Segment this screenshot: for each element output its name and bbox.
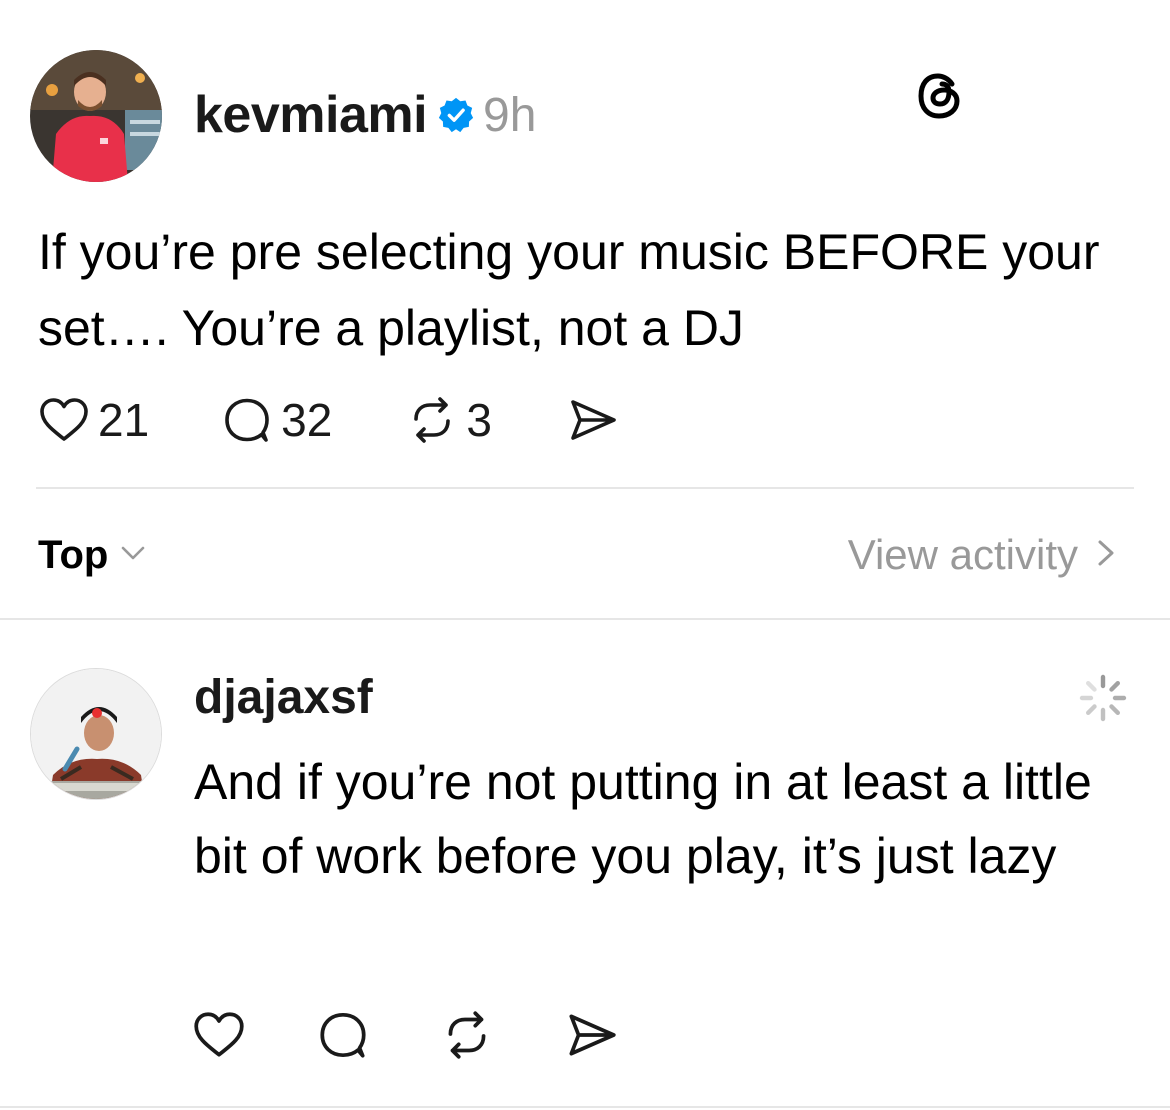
post-actions: 21 32 3 bbox=[36, 390, 620, 450]
reply-like-button[interactable] bbox=[190, 1006, 248, 1064]
sort-dropdown[interactable]: Top bbox=[38, 528, 148, 582]
reply-avatar[interactable] bbox=[30, 668, 162, 800]
chevron-down-icon bbox=[118, 538, 148, 573]
post-timestamp: 9h bbox=[483, 88, 537, 142]
view-activity-label: View activity bbox=[847, 531, 1078, 578]
post-username[interactable]: kevmiami bbox=[194, 85, 428, 145]
share-button[interactable] bbox=[564, 392, 620, 448]
reply-body: And if you’re not putting in at least a … bbox=[194, 754, 1092, 884]
repost-icon bbox=[404, 392, 460, 448]
view-activity-link[interactable]: View activity bbox=[848, 528, 1118, 582]
chevron-right-icon bbox=[1094, 536, 1118, 575]
threads-logo-icon[interactable] bbox=[914, 70, 966, 122]
repost-button[interactable]: 3 bbox=[404, 392, 492, 448]
loading-spinner-icon bbox=[1078, 673, 1128, 723]
post-divider bbox=[36, 487, 1134, 489]
comment-icon bbox=[314, 1006, 372, 1064]
author-avatar[interactable] bbox=[30, 50, 162, 182]
verified-badge-icon bbox=[437, 96, 475, 134]
reply-button[interactable]: 32 bbox=[219, 392, 332, 448]
reply-comment-button[interactable] bbox=[314, 1006, 372, 1064]
post-body: If you’re pre selecting your music BEFOR… bbox=[38, 224, 1100, 356]
reply-share-button[interactable] bbox=[562, 1006, 620, 1064]
sort-label: Top bbox=[38, 532, 109, 577]
reply-actions bbox=[190, 1003, 620, 1067]
repost-count: 3 bbox=[466, 394, 492, 446]
bottom-divider bbox=[0, 1106, 1170, 1108]
send-icon bbox=[562, 1006, 620, 1064]
like-button[interactable]: 21 bbox=[36, 392, 149, 448]
reply-username[interactable]: djajaxsf bbox=[194, 668, 373, 728]
reply-count: 32 bbox=[281, 394, 333, 446]
send-icon bbox=[564, 392, 620, 448]
repost-icon bbox=[438, 1006, 496, 1064]
like-count: 21 bbox=[98, 394, 150, 446]
heart-icon bbox=[36, 392, 92, 448]
section-divider bbox=[0, 618, 1170, 620]
heart-icon bbox=[190, 1006, 248, 1064]
comment-icon bbox=[219, 392, 275, 448]
reply-repost-button[interactable] bbox=[438, 1006, 496, 1064]
